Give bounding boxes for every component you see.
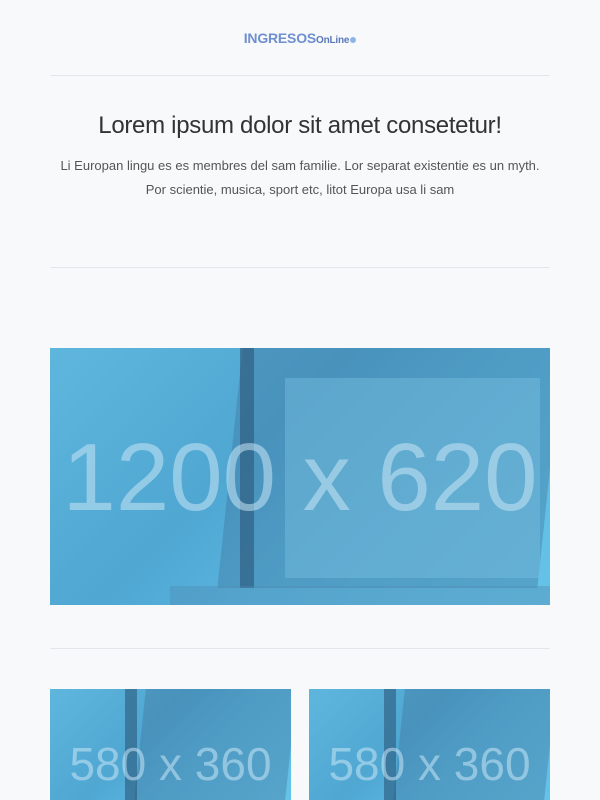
right-image-label: 580 x 360	[328, 738, 531, 790]
logo[interactable]: INGRESOS OnLine	[244, 30, 357, 46]
laptop-keyboard	[170, 586, 550, 605]
hero-body-line-1: Li Europan lingu es es membres del sam f…	[60, 158, 540, 173]
main-image-label: 1200 x 620	[62, 424, 538, 531]
logo-dot-icon	[350, 36, 357, 43]
hero-title: Lorem ipsum dolor sit amet consetetur!	[98, 112, 502, 139]
hero-body: Li Europan lingu es es membres del sam f…	[0, 154, 600, 202]
left-image-placeholder[interactable]: 580 x 360	[50, 689, 291, 800]
email-template-page: INGRESOS OnLine Lorem ipsum dolor sit am…	[0, 0, 600, 800]
divider-bottom	[50, 648, 550, 649]
divider-top	[50, 75, 550, 76]
logo-suffix: OnLine	[316, 34, 350, 46]
main-image-placeholder[interactable]: 1200 x 620	[50, 348, 550, 605]
hero-body-line-2: Por scientie, musica, sport etc, litot E…	[145, 182, 455, 197]
logo-brand: INGRESOS	[243, 29, 317, 46]
left-image-label: 580 x 360	[69, 738, 272, 790]
hero-section: Lorem ipsum dolor sit amet consetetur! L…	[0, 100, 600, 202]
header: INGRESOS OnLine	[0, 0, 600, 75]
right-image-placeholder[interactable]: 580 x 360	[309, 689, 550, 800]
divider-middle	[50, 267, 550, 268]
